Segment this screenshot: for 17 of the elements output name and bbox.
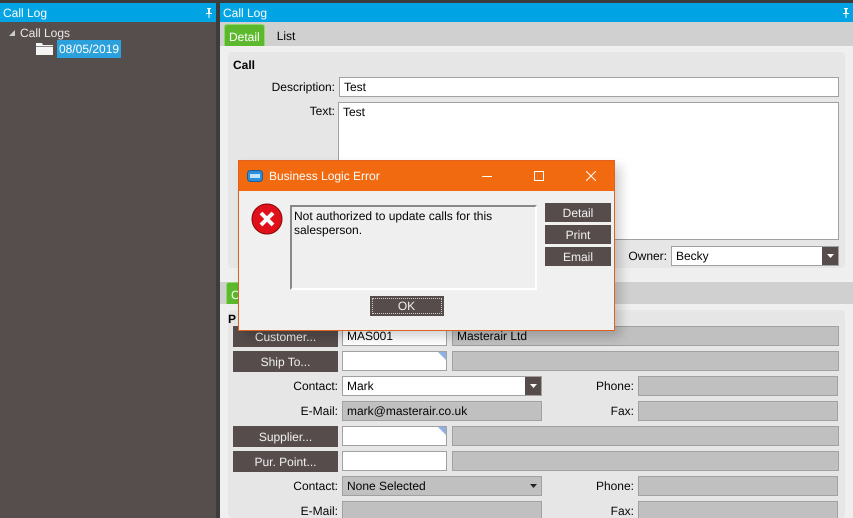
- field-label: Phone:: [594, 378, 634, 395]
- field-label: Owner:: [628, 248, 667, 264]
- field-label: E-Mail:: [300, 503, 338, 518]
- field-label: Fax:: [610, 403, 634, 420]
- field-label: Fax:: [610, 503, 634, 518]
- field-label: Text:: [308, 103, 335, 120]
- field-label: E-Mail:: [300, 403, 338, 420]
- panel-title: Call Log: [3, 4, 48, 22]
- message-box: Not authorized to update calls for this salesperson.: [290, 205, 537, 290]
- group-title: Call: [233, 57, 256, 74]
- field-label: Description:: [270, 78, 335, 96]
- dialog-title: Business Logic Error: [269, 168, 381, 185]
- field-label: Phone:: [594, 478, 634, 495]
- field-label: Contact:: [292, 478, 338, 495]
- field-label: Contact:: [292, 378, 338, 395]
- panel-title: Call Log: [223, 4, 268, 22]
- group-title: P: [228, 312, 238, 326]
